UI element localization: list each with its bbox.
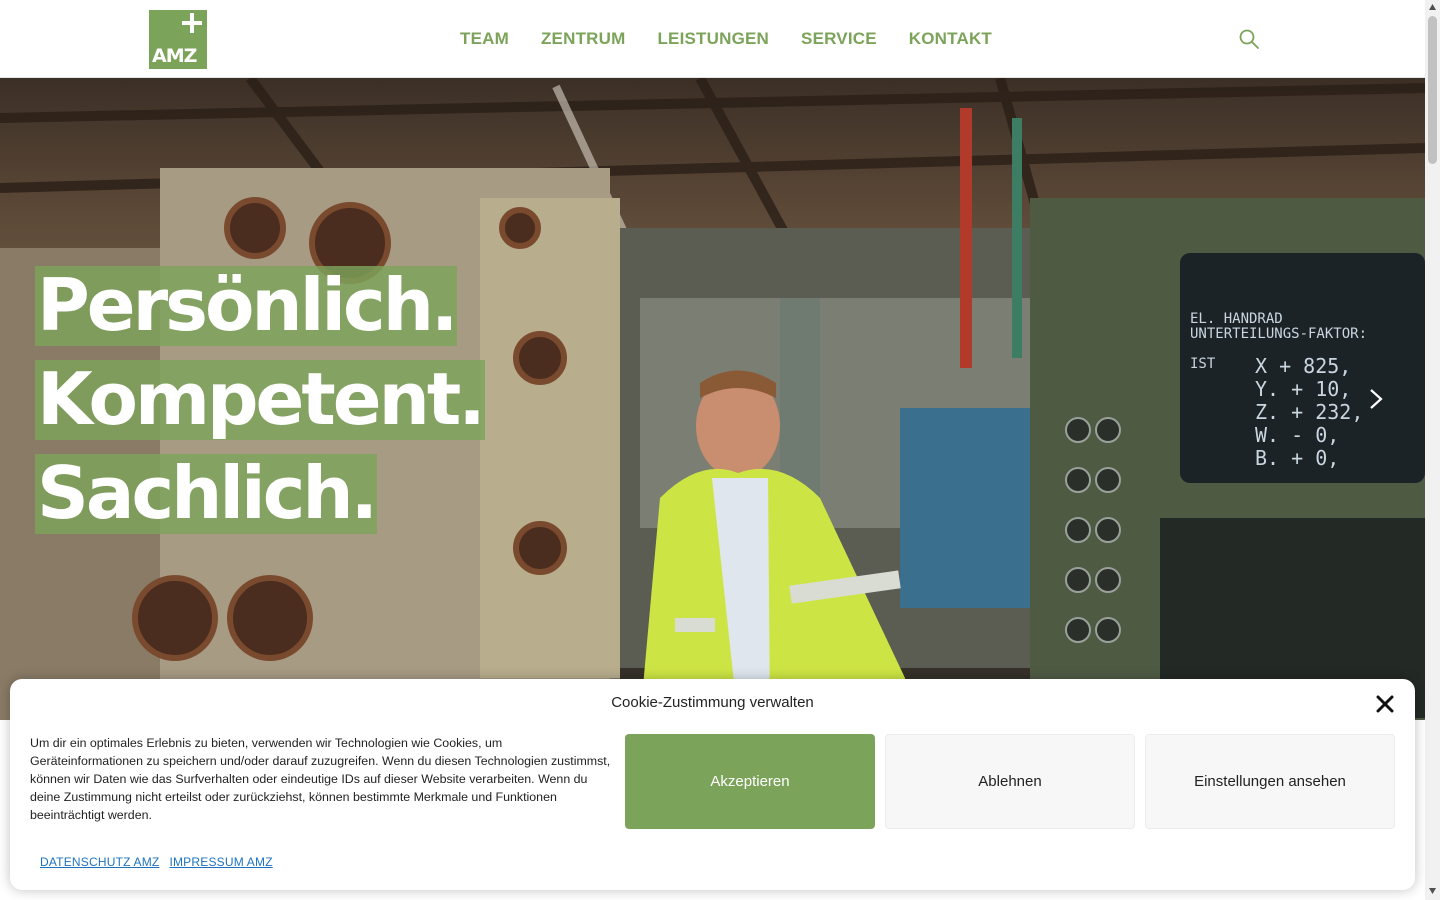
scroll-up-arrow-icon[interactable] — [1428, 3, 1437, 11]
headline-line-2: Kompetent. — [35, 357, 486, 441]
plus-icon — [182, 13, 202, 33]
hero-headline: Persönlich. Kompetent. Sachlich. — [35, 263, 486, 548]
scroll-down-arrow-icon[interactable] — [1428, 887, 1437, 895]
svg-text:Z. + 232,: Z. + 232, — [1255, 400, 1363, 424]
svg-text:Y. + 10,: Y. + 10, — [1255, 377, 1351, 401]
deny-button[interactable]: Ablehnen — [885, 734, 1135, 829]
cookie-description: Um dir ein optimales Erlebnis zu bieten,… — [30, 736, 611, 822]
imprint-link[interactable]: Impressum AMZ — [169, 855, 272, 869]
svg-text:UNTERTEILUNGS-FAKTOR:: UNTERTEILUNGS-FAKTOR: — [1190, 326, 1367, 342]
scrollbar-thumb[interactable] — [1428, 16, 1437, 164]
accept-button[interactable]: Akzeptieren — [625, 734, 875, 829]
chevron-right-icon[interactable] — [1366, 387, 1386, 411]
headline-line-3: Sachlich. — [35, 451, 378, 535]
svg-text:W. - 0,: W. - 0, — [1255, 423, 1339, 447]
svg-text:IST: IST — [1190, 356, 1216, 372]
site-header: AMZ TEAM ZENTRUM LEISTUNGEN SERVICE KONT… — [0, 0, 1425, 78]
hero-slider: EL. HANDRAD UNTERTEILUNGS-FAKTOR: IST X … — [0, 78, 1425, 720]
nav-item-zentrum[interactable]: ZENTRUM — [525, 29, 642, 49]
svg-text:X + 825,: X + 825, — [1255, 354, 1351, 378]
svg-text:EL. HANDRAD: EL. HANDRAD — [1190, 311, 1283, 327]
cookie-title: Cookie-Zustimmung verwalten — [611, 694, 814, 711]
main-nav: TEAM ZENTRUM LEISTUNGEN SERVICE KONTAKT — [444, 0, 1008, 78]
headline-line-1: Persönlich. — [35, 263, 458, 347]
privacy-link[interactable]: Datenschutz AMZ — [40, 855, 159, 869]
nav-item-team[interactable]: TEAM — [444, 29, 525, 49]
svg-text:B. + 0,: B. + 0, — [1255, 446, 1339, 470]
nav-item-leistungen[interactable]: LEISTUNGEN — [641, 29, 785, 49]
amz-logo[interactable]: AMZ — [149, 10, 207, 69]
cookie-consent-banner: Cookie-Zustimmung verwalten Um dir ein o… — [10, 679, 1415, 890]
nav-item-kontakt[interactable]: KONTAKT — [893, 29, 1008, 49]
view-settings-button[interactable]: Einstellungen ansehen — [1145, 734, 1395, 829]
logo-text: AMZ — [152, 45, 197, 67]
cookie-links: Datenschutz AMZ Impressum AMZ — [40, 855, 273, 869]
close-icon[interactable] — [1376, 695, 1394, 713]
search-icon[interactable] — [1238, 28, 1260, 50]
nav-item-service[interactable]: SERVICE — [785, 29, 893, 49]
